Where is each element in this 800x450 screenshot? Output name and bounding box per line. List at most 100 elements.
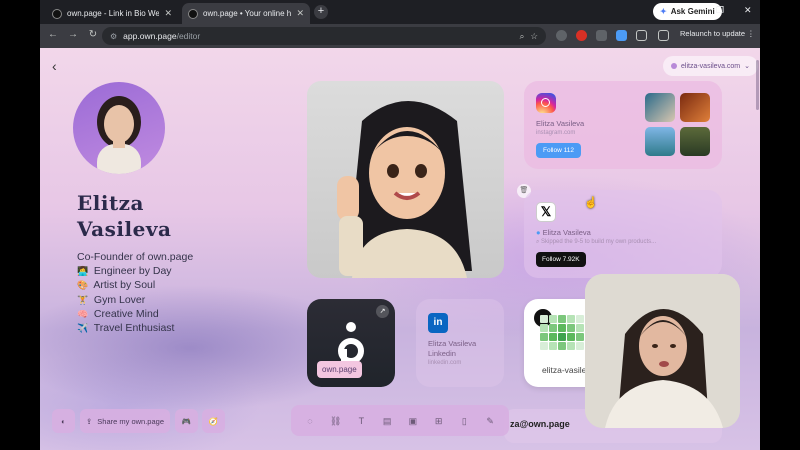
webcam-overlay xyxy=(585,274,740,428)
back-arrow-icon[interactable]: ← xyxy=(46,29,60,40)
bio-line: ✈️ Travel Enthusiast xyxy=(77,321,193,335)
bio-text: Gym Lover xyxy=(93,293,146,306)
contribution-graph xyxy=(540,315,584,350)
ownpage-favicon-icon xyxy=(52,8,62,19)
extension-icon[interactable] xyxy=(596,30,607,41)
instagram-thumbnail[interactable] xyxy=(680,127,710,156)
section-title-icon[interactable]: ▤ xyxy=(379,413,395,429)
avatar-image-card[interactable] xyxy=(307,81,504,278)
instagram-card[interactable]: Elitza Vasileva instagram.com Follow 112 xyxy=(524,81,722,169)
tab-strip: own.page - Link in Bio Website ✕ own.pag… xyxy=(40,0,760,24)
close-tab-icon[interactable]: ✕ xyxy=(296,8,304,19)
zoom-icon[interactable]: ⌕ xyxy=(520,31,525,42)
brain-emoji-icon: 🧠 xyxy=(77,308,89,319)
link-icon[interactable]: ⛓ xyxy=(328,413,344,429)
extension-icon[interactable] xyxy=(556,30,567,41)
url-path: /editor xyxy=(176,31,201,41)
account-switcher[interactable]: elitza-vasileva.com ⌄ xyxy=(663,56,759,76)
share-button[interactable]: ⇪ Share my own.page xyxy=(80,409,170,433)
x-bio: ⌕ Skipped the 9-5 to build my own produc… xyxy=(536,239,656,246)
instagram-follow-button[interactable]: Follow 112 xyxy=(536,143,581,158)
grid-icon[interactable]: ⊞ xyxy=(431,413,447,429)
relaunch-button[interactable]: Relaunch to update ⋮ xyxy=(680,29,755,38)
browser-toolbar: ← → ↻ ⚙ app.own.page/editor ⌕ ☆ Relaunch… xyxy=(40,24,760,48)
instagram-logo-icon xyxy=(536,93,556,113)
gemini-sparkle-icon: ✦ xyxy=(660,7,667,16)
bio-line: 🎨 Artist by Soul xyxy=(77,278,193,292)
minimize-button[interactable]: – xyxy=(684,5,689,15)
linkedin-title: Linkedin xyxy=(428,349,456,358)
profile-photo xyxy=(97,96,141,174)
hand-cursor-icon: ☝ xyxy=(584,197,598,209)
x-name-text: Elitza Vasileva xyxy=(542,228,591,237)
airplane-emoji-icon: ✈️ xyxy=(77,323,89,334)
bookmark-star-icon[interactable]: ☆ xyxy=(530,31,538,42)
explore-button[interactable]: 🧭 xyxy=(202,409,225,433)
forward-arrow-icon[interactable]: → xyxy=(66,29,80,40)
ownpage-card[interactable]: ↗ own.page xyxy=(307,299,395,387)
bio-text: Artist by Soul xyxy=(93,279,156,292)
palette-icon: ◐ xyxy=(61,416,66,426)
ask-gemini-label: Ask Gemini xyxy=(670,7,715,16)
comment-icon[interactable]: ◌ xyxy=(302,413,318,429)
image-icon[interactable]: ▣ xyxy=(405,413,421,429)
engineer-emoji-icon: 👩‍💻 xyxy=(77,266,89,277)
discord-button[interactable]: 🎮 xyxy=(175,409,198,433)
extension-icon[interactable] xyxy=(576,30,587,41)
share-icon: ⇪ xyxy=(85,416,93,426)
menu-dots-icon[interactable]: ⋮ xyxy=(747,29,755,38)
instagram-name: Elitza Vasileva xyxy=(536,119,585,128)
close-tab-icon[interactable]: ✕ xyxy=(164,8,172,19)
bio-tagline: Co-Founder of own.page xyxy=(77,251,194,263)
x-logo-icon: 𝕏 xyxy=(536,202,556,222)
mobile-icon[interactable]: ▯ xyxy=(456,413,472,429)
external-link-icon[interactable]: ↗ xyxy=(376,305,389,318)
ownpage-favicon-icon xyxy=(188,8,198,19)
x-bio-icon: ⌕ xyxy=(536,239,540,245)
compass-icon: 🧭 xyxy=(208,416,219,426)
bio-text: Engineer by Day xyxy=(93,265,172,278)
back-chevron-icon[interactable]: ‹ xyxy=(52,58,57,74)
restore-button[interactable]: ❐ xyxy=(716,5,724,16)
profile-avatar[interactable] xyxy=(73,82,165,174)
tab-link-in-bio[interactable]: own.page - Link in Bio Website ✕ xyxy=(46,3,178,24)
tab-online-home[interactable]: own.page • Your online home ✕ xyxy=(182,3,310,24)
site-info-icon[interactable]: ⚙ xyxy=(110,32,117,41)
instagram-thumbnail[interactable] xyxy=(645,127,675,156)
bio-line: 🧠 Creative Mind xyxy=(77,307,193,321)
extensions-puzzle-icon[interactable] xyxy=(636,30,647,41)
bio-text: Travel Enthusiast xyxy=(93,322,175,335)
email-address[interactable]: za@own.page xyxy=(510,419,570,429)
chevron-down-icon: ⌄ xyxy=(744,63,751,70)
verified-icon: ● xyxy=(536,228,541,237)
share-label: Share my own.page xyxy=(97,416,164,426)
new-tab-button[interactable]: + xyxy=(314,5,328,19)
3d-avatar-illustration xyxy=(337,101,472,278)
text-icon[interactable]: T xyxy=(353,413,369,429)
discord-icon: 🎮 xyxy=(181,416,192,426)
account-dot-icon xyxy=(671,63,677,69)
close-window-button[interactable]: ✕ xyxy=(744,5,752,16)
pen-icon[interactable]: ✎ xyxy=(482,413,498,429)
profile-bio[interactable]: Co-Founder of own.page 👩‍💻 Engineer by D… xyxy=(77,250,193,335)
tab-search-icon[interactable] xyxy=(658,30,669,41)
instagram-thumbnail[interactable] xyxy=(680,93,710,122)
instagram-thumbnail[interactable] xyxy=(645,93,675,122)
extension-icon[interactable] xyxy=(616,30,627,41)
page-scrollbar[interactable] xyxy=(756,60,759,110)
linkedin-site: linkedin.com xyxy=(428,360,462,366)
x-card[interactable]: 𝕏 ● Elitza Vasileva ⌕ Skipped the 9-5 to… xyxy=(524,190,722,278)
bio-text: Creative Mind xyxy=(93,307,159,320)
linkedin-logo-icon: in xyxy=(428,313,448,333)
widget-toolbar: ◌ ⛓ T ▤ ▣ ⊞ ▯ ✎ xyxy=(291,405,509,436)
reload-icon[interactable]: ↻ xyxy=(86,29,100,40)
address-bar[interactable]: ⚙ app.own.page/editor ⌕ ☆ xyxy=(102,27,546,45)
tab-title: own.page • Your online home xyxy=(203,9,292,18)
linkedin-card[interactable]: in Elitza Vasileva Linkedin linkedin.com xyxy=(416,299,504,387)
x-follow-button[interactable]: Follow 7.92K xyxy=(536,252,586,267)
theme-button[interactable]: ◐ xyxy=(52,409,75,433)
profile-name[interactable]: Elitza Vasileva xyxy=(77,190,277,242)
bio-line: 👩‍💻 Engineer by Day xyxy=(77,264,193,278)
weightlifter-emoji-icon: 🏋 xyxy=(77,294,89,305)
url-host: app.own.page xyxy=(123,31,177,41)
